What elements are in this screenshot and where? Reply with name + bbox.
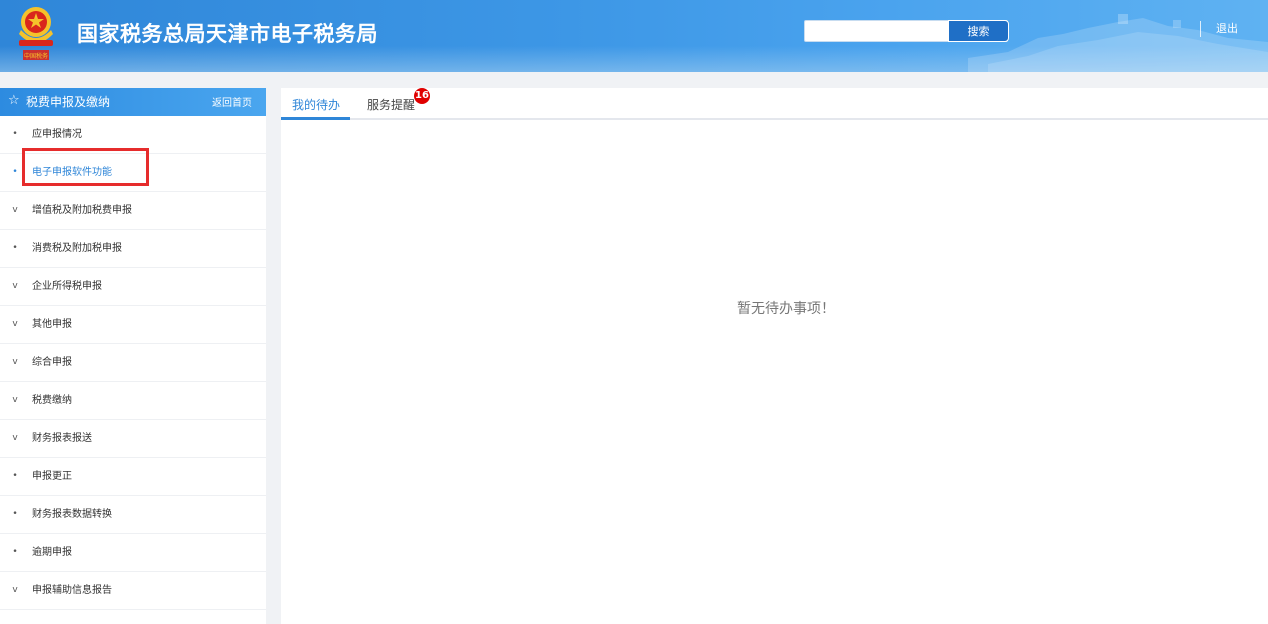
main-content: 我的待办 服务提醒 16 暂无待办事项！ bbox=[281, 88, 1268, 624]
sidebar-item-other-declarations[interactable]: v 其他申报 bbox=[0, 306, 266, 344]
sidebar-item-label: 逾期申报 bbox=[32, 547, 72, 558]
header-gap bbox=[0, 72, 1268, 88]
sidebar-item-label: 其他申报 bbox=[32, 319, 72, 330]
sidebar-item-statement-data-conversion[interactable]: • 财务报表数据转换 bbox=[0, 496, 266, 534]
sidebar-item-label: 综合申报 bbox=[32, 357, 72, 368]
sidebar-item-vat-declaration[interactable]: v 增值税及附加税费申报 bbox=[0, 192, 266, 230]
sidebar-item-comprehensive-declaration[interactable]: v 综合申报 bbox=[0, 344, 266, 382]
chevron-down-icon: v bbox=[12, 357, 18, 367]
sidebar-item-label: 应申报情况 bbox=[32, 129, 82, 140]
sidebar-item-label: 电子申报软件功能 bbox=[32, 167, 112, 178]
great-wall-decoration bbox=[968, 14, 1268, 72]
search-button[interactable]: 搜索 bbox=[948, 20, 1009, 42]
tab-bar: 我的待办 服务提醒 16 bbox=[281, 88, 1268, 120]
tax-emblem-logo: 中国税务 bbox=[19, 7, 53, 60]
logout-link[interactable]: 退出 bbox=[1216, 21, 1238, 37]
back-home-link[interactable]: 返回首页 bbox=[212, 97, 252, 111]
sidebar-gutter bbox=[266, 88, 281, 624]
sidebar-menu: • 应申报情况 • 电子申报软件功能 v 增值税及附加税费申报 • 消费税及附加… bbox=[0, 116, 266, 610]
tab-service-reminder[interactable]: 服务提醒 bbox=[367, 97, 415, 113]
sidebar-item-financial-statements[interactable]: v 财务报表报送 bbox=[0, 420, 266, 458]
sidebar-item-label: 消费税及附加税申报 bbox=[32, 243, 122, 254]
logout-divider bbox=[1200, 21, 1201, 37]
sidebar-item-corporate-income-tax[interactable]: v 企业所得税申报 bbox=[0, 268, 266, 306]
sidebar-item-overdue-declaration[interactable]: • 逾期申报 bbox=[0, 534, 266, 572]
bullet-icon: • bbox=[12, 167, 18, 177]
top-header: 中国税务 国家税务总局天津市电子税务局 搜索 退出 bbox=[0, 0, 1268, 72]
notification-badge: 16 bbox=[414, 88, 430, 104]
sidebar-item-label: 税费缴纳 bbox=[32, 395, 72, 406]
sidebar-item-due-declarations[interactable]: • 应申报情况 bbox=[0, 116, 266, 154]
chevron-down-icon: v bbox=[12, 433, 18, 443]
bullet-icon: • bbox=[12, 129, 18, 139]
chevron-down-icon: v bbox=[12, 281, 18, 291]
sidebar-title: 税费申报及缴纳 bbox=[26, 95, 111, 109]
sidebar-item-label: 企业所得税申报 bbox=[32, 281, 102, 292]
sidebar-item-declaration-correction[interactable]: • 申报更正 bbox=[0, 458, 266, 496]
sidebar: ☆ 税费申报及缴纳 返回首页 • 应申报情况 • 电子申报软件功能 v 增值税及… bbox=[0, 88, 268, 624]
sidebar-item-tax-payment[interactable]: v 税费缴纳 bbox=[0, 382, 266, 420]
sidebar-item-label: 增值税及附加税费申报 bbox=[32, 205, 132, 216]
svg-text:中国税务: 中国税务 bbox=[24, 52, 48, 60]
bullet-icon: • bbox=[12, 243, 18, 253]
empty-state-message: 暂无待办事项！ bbox=[737, 301, 835, 317]
star-icon[interactable]: ☆ bbox=[8, 93, 20, 109]
sidebar-item-e-filing-software[interactable]: • 电子申报软件功能 bbox=[0, 154, 266, 192]
bullet-icon: • bbox=[12, 509, 18, 519]
sidebar-item-label: 财务报表报送 bbox=[32, 433, 92, 444]
sidebar-item-label: 申报更正 bbox=[32, 471, 72, 482]
sidebar-item-label: 财务报表数据转换 bbox=[32, 509, 112, 520]
sidebar-item-label: 申报辅助信息报告 bbox=[32, 585, 112, 596]
sidebar-header: ☆ 税费申报及缴纳 返回首页 bbox=[0, 88, 266, 116]
sidebar-item-auxiliary-info-report[interactable]: v 申报辅助信息报告 bbox=[0, 572, 266, 610]
bullet-icon: • bbox=[12, 547, 18, 557]
sidebar-item-consumption-tax[interactable]: • 消费税及附加税申报 bbox=[0, 230, 266, 268]
active-tab-indicator bbox=[281, 117, 350, 120]
chevron-down-icon: v bbox=[12, 205, 18, 215]
chevron-down-icon: v bbox=[12, 585, 18, 595]
tab-my-todo[interactable]: 我的待办 bbox=[292, 97, 340, 113]
chevron-down-icon: v bbox=[12, 319, 18, 329]
site-title: 国家税务总局天津市电子税务局 bbox=[77, 22, 378, 46]
chevron-down-icon: v bbox=[12, 395, 18, 405]
bullet-icon: • bbox=[12, 471, 18, 481]
